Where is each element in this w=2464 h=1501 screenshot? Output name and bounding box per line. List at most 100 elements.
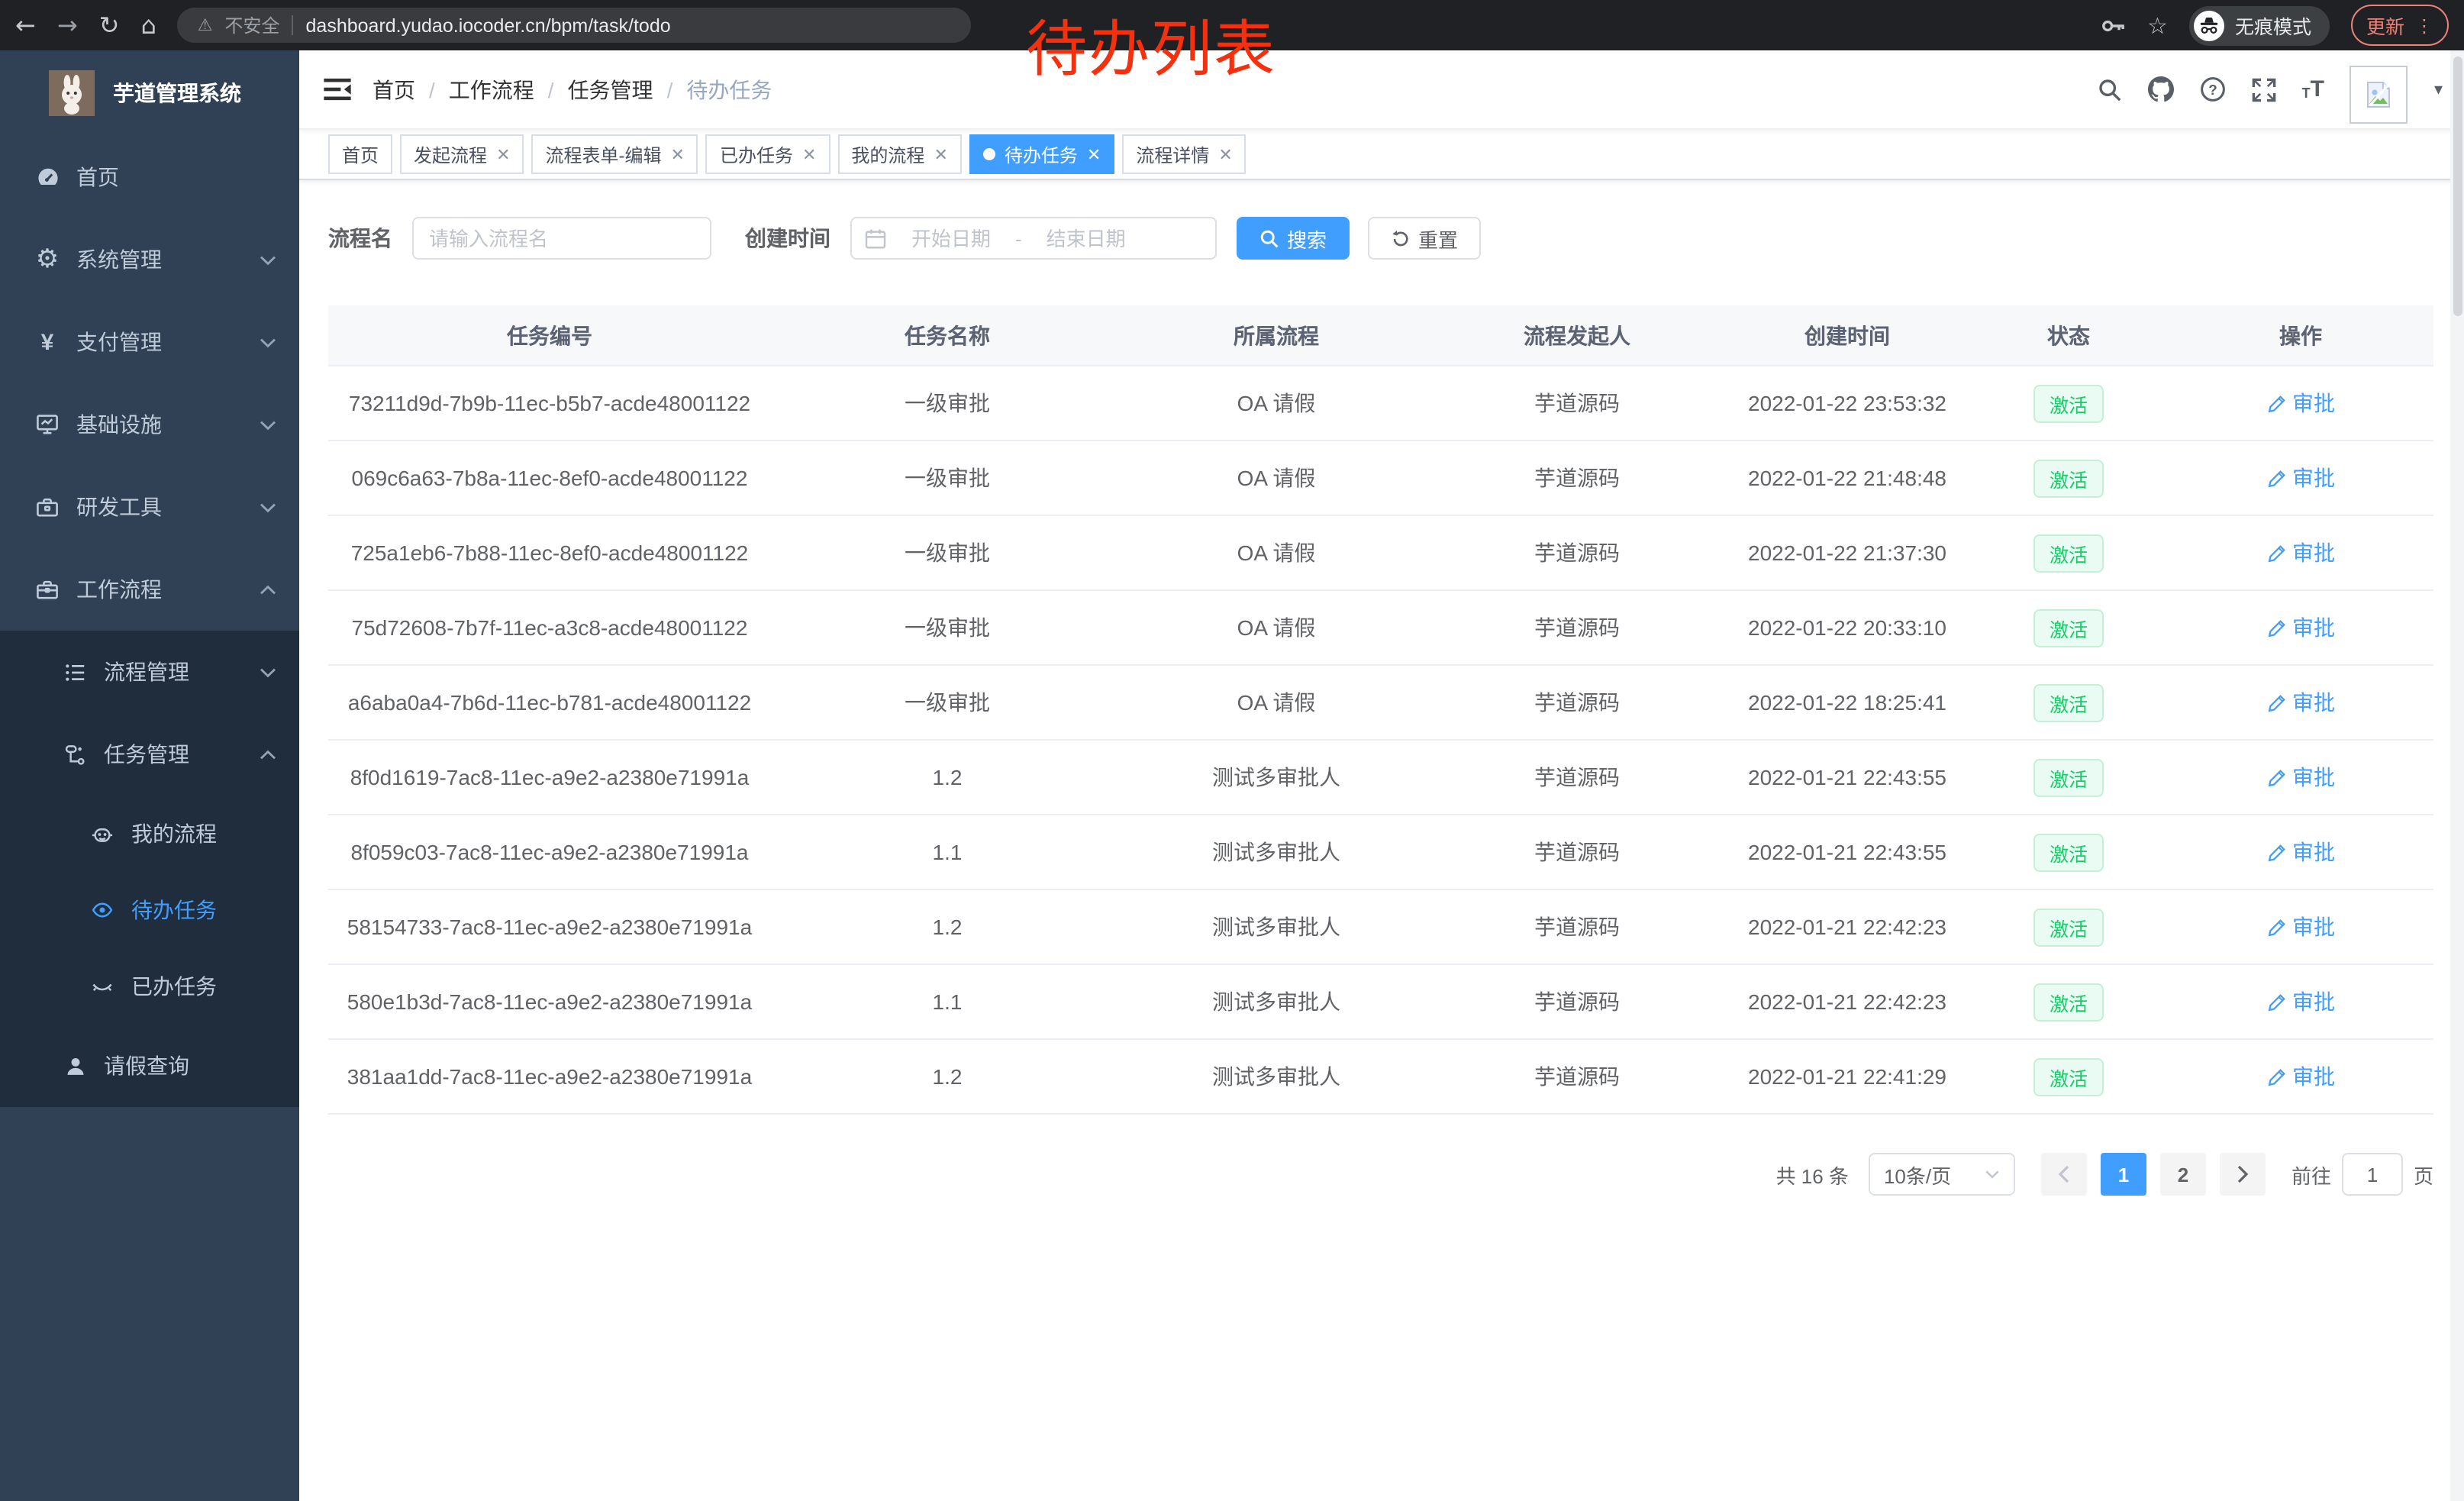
tab-home[interactable]: 首页 xyxy=(328,134,392,174)
approve-link[interactable]: 审批 xyxy=(2266,463,2335,493)
close-icon[interactable]: ✕ xyxy=(1087,144,1101,164)
col-process: 所属流程 xyxy=(1124,320,1429,350)
sidebar-item-todo-tasks[interactable]: 待办任务 xyxy=(0,872,299,948)
incognito-badge: 无痕模式 xyxy=(2189,5,2330,45)
col-task-name: 任务名称 xyxy=(771,320,1124,350)
reload-icon[interactable]: ↻ xyxy=(99,13,120,37)
tab-todo-tasks[interactable]: 待办任务✕ xyxy=(969,134,1114,174)
cell-initiator: 芋道源码 xyxy=(1429,537,1725,568)
sidebar-item-infrastructure[interactable]: 基础设施 xyxy=(0,383,299,466)
goto-page-input[interactable] xyxy=(2342,1153,2403,1196)
tab-start-process[interactable]: 发起流程✕ xyxy=(400,134,524,174)
approve-link[interactable]: 审批 xyxy=(2266,612,2335,643)
cell-status: 激活 xyxy=(1969,1057,2168,1096)
chevron-up-icon xyxy=(260,749,276,760)
close-icon[interactable]: ✕ xyxy=(496,144,510,164)
sidebar-item-process-management[interactable]: 流程管理 xyxy=(0,631,299,713)
github-icon[interactable] xyxy=(2148,76,2174,102)
cell-process: OA 请假 xyxy=(1124,687,1429,718)
cell-status: 激活 xyxy=(1969,908,2168,946)
top-navbar: 首页 / 工作流程 / 任务管理 / 待办任务 xyxy=(299,50,2464,130)
avatar-caret-icon[interactable]: ▾ xyxy=(2434,79,2443,99)
sidebar-item-my-process[interactable]: 我的流程 xyxy=(0,796,299,872)
sidebar-item-system[interactable]: ⚙ 系统管理 xyxy=(0,218,299,301)
approve-link[interactable]: 审批 xyxy=(2266,537,2335,568)
approve-link[interactable]: 审批 xyxy=(2266,762,2335,792)
sidebar: 芋道管理系统 首页 ⚙ 系统管理 ¥ 支付管理 xyxy=(0,50,299,1501)
close-icon[interactable]: ✕ xyxy=(1218,144,1232,164)
cell-create-time: 2022-01-21 22:43:55 xyxy=(1725,840,1969,864)
url-bar[interactable]: ⚠ 不安全 dashboard.yudao.iocoder.cn/bpm/tas… xyxy=(178,8,972,43)
approve-link[interactable]: 审批 xyxy=(2266,986,2335,1017)
tab-process-detail[interactable]: 流程详情✕ xyxy=(1122,134,1246,174)
range-separator: - xyxy=(1015,227,1022,250)
approve-link[interactable]: 审批 xyxy=(2266,912,2335,942)
password-key-icon[interactable] xyxy=(2100,13,2126,37)
approve-link[interactable]: 审批 xyxy=(2266,388,2335,418)
cell-status: 激活 xyxy=(1969,683,2168,721)
cell-task-name: 一级审批 xyxy=(771,537,1124,568)
bookmark-star-icon[interactable]: ☆ xyxy=(2147,11,2168,39)
dashboard-icon xyxy=(34,165,61,189)
status-badge: 激活 xyxy=(2034,608,2103,647)
sidebar-item-home[interactable]: 首页 xyxy=(0,136,299,218)
cell-initiator: 芋道源码 xyxy=(1429,986,1725,1017)
cell-task-id: 381aa1dd-7ac8-11ec-a9e2-a2380e71991a xyxy=(328,1064,771,1089)
kebab-menu-icon[interactable]: ⋮ xyxy=(2415,15,2433,36)
avatar[interactable] xyxy=(2350,65,2408,123)
update-button[interactable]: 更新 ⋮ xyxy=(2351,5,2449,46)
home-icon[interactable]: ⌂ xyxy=(140,13,156,37)
search-button[interactable]: 搜索 xyxy=(1237,217,1350,260)
sidebar-item-leave-query[interactable]: 请假查询 xyxy=(0,1025,299,1107)
tab-my-process[interactable]: 我的流程✕ xyxy=(837,134,961,174)
sidebar-item-payment[interactable]: ¥ 支付管理 xyxy=(0,301,299,383)
scrollbar[interactable] xyxy=(2450,50,2464,1501)
sidebar-item-done-tasks[interactable]: 已办任务 xyxy=(0,948,299,1025)
close-icon[interactable]: ✕ xyxy=(802,144,816,164)
help-icon[interactable]: ? xyxy=(2200,76,2226,102)
tab-process-form-edit[interactable]: 流程表单-编辑✕ xyxy=(532,134,698,174)
workflow-submenu: 流程管理 任务管理 我的流程 xyxy=(0,631,299,1107)
font-size-icon[interactable]: TT xyxy=(2302,78,2324,101)
tags-view-bar: 首页 发起流程✕ 流程表单-编辑✕ 已办任务✕ 我的流程✕ 待办任务✕ 流程详情… xyxy=(299,130,2464,180)
scrollbar-thumb[interactable] xyxy=(2453,56,2462,316)
page-button-1[interactable]: 1 xyxy=(2101,1153,2146,1196)
next-page-button[interactable] xyxy=(2220,1153,2266,1196)
sidebar-collapse-icon[interactable] xyxy=(324,78,351,101)
search-icon[interactable] xyxy=(2098,77,2122,102)
approve-link[interactable]: 审批 xyxy=(2266,687,2335,718)
sidebar-item-workflow[interactable]: 工作流程 xyxy=(0,548,299,631)
sidebar-item-task-management[interactable]: 任务管理 xyxy=(0,713,299,796)
back-icon[interactable]: ← xyxy=(15,13,36,37)
start-date-input[interactable] xyxy=(893,227,1009,250)
process-name-input[interactable] xyxy=(412,217,711,260)
approve-link[interactable]: 审批 xyxy=(2266,837,2335,867)
breadcrumb-task-management[interactable]: 任务管理 xyxy=(568,74,653,105)
fullscreen-icon[interactable] xyxy=(2252,77,2276,102)
eye-closed-icon xyxy=(89,976,116,997)
table-row: 8f0d1619-7ac8-11ec-a9e2-a2380e71991a 1.2… xyxy=(328,741,2433,815)
sidebar-item-label: 任务管理 xyxy=(104,739,260,770)
monitor-icon xyxy=(34,412,61,437)
sidebar-logo[interactable]: 芋道管理系统 xyxy=(0,50,299,136)
status-badge: 激活 xyxy=(2034,758,2103,796)
date-range-picker[interactable]: - xyxy=(850,217,1217,260)
reset-button[interactable]: 重置 xyxy=(1368,217,1481,260)
breadcrumb-home[interactable]: 首页 xyxy=(373,74,415,105)
user-icon xyxy=(61,1054,89,1077)
sidebar-item-label: 支付管理 xyxy=(76,327,260,357)
end-date-input[interactable] xyxy=(1028,227,1144,250)
close-icon[interactable]: ✕ xyxy=(671,144,685,164)
prev-page-button[interactable] xyxy=(2041,1153,2087,1196)
forward-icon[interactable]: → xyxy=(57,13,78,37)
cell-task-id: 8f0d1619-7ac8-11ec-a9e2-a2380e71991a xyxy=(328,765,771,789)
cell-initiator: 芋道源码 xyxy=(1429,912,1725,942)
cell-create-time: 2022-01-21 22:41:29 xyxy=(1725,1064,1969,1089)
page-button-2[interactable]: 2 xyxy=(2160,1153,2206,1196)
close-icon[interactable]: ✕ xyxy=(934,144,947,164)
page-size-select[interactable]: 10条/页 xyxy=(1869,1153,2015,1196)
breadcrumb-workflow[interactable]: 工作流程 xyxy=(449,74,534,105)
tab-done-tasks[interactable]: 已办任务✕ xyxy=(706,134,830,174)
approve-link[interactable]: 审批 xyxy=(2266,1061,2335,1092)
sidebar-item-devtools[interactable]: 研发工具 xyxy=(0,466,299,548)
